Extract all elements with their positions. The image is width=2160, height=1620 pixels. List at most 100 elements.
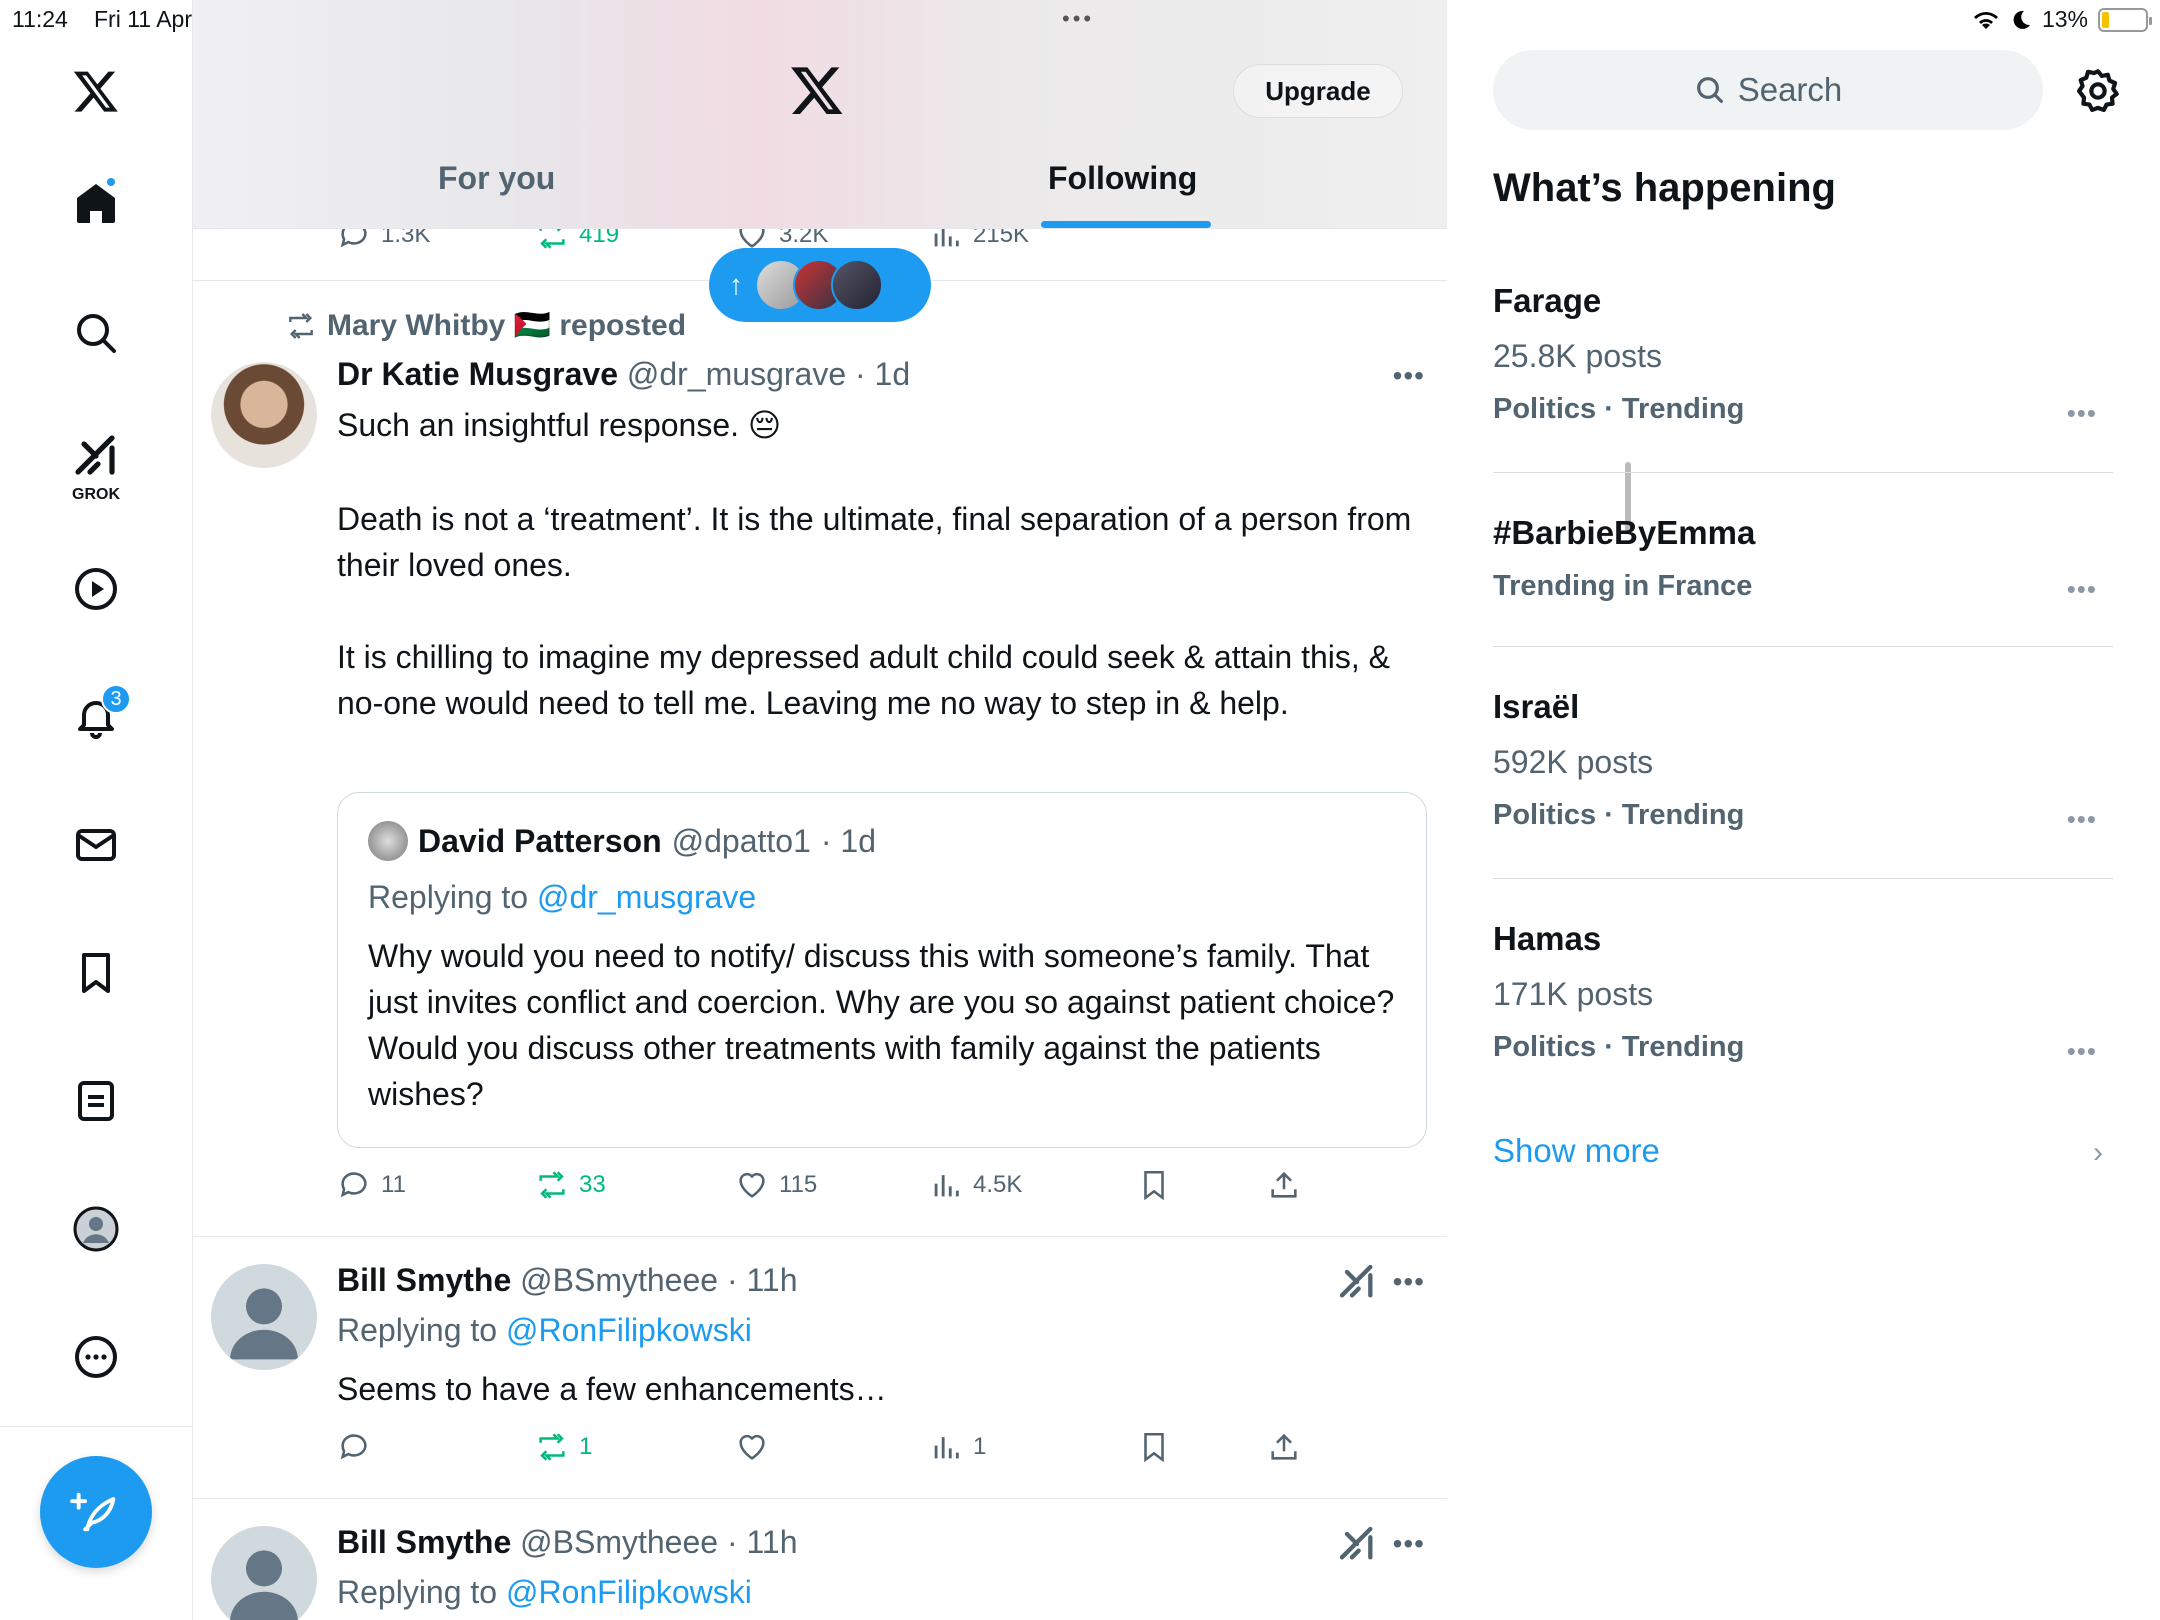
trend-more-icon[interactable]: ••• <box>2067 804 2097 835</box>
search-placeholder: Search <box>1737 71 1843 108</box>
author-name[interactable]: Dr Katie Musgrave <box>337 356 618 392</box>
list-icon <box>78 1081 114 1121</box>
trend-item[interactable]: #BarbieByEmma Trending in France ••• <box>1493 514 2113 605</box>
author-handle[interactable]: @BSmytheee <box>520 1262 718 1298</box>
trend-item[interactable]: Israël 592K posts Politics · Trending ••… <box>1493 688 2113 835</box>
quoted-tweet-header: David Patterson @dpatto1 · 1d <box>368 821 876 861</box>
repost-icon <box>539 1433 565 1461</box>
gear-icon[interactable] <box>2073 66 2123 116</box>
nav-messages[interactable] <box>59 808 133 882</box>
nav-home[interactable] <box>59 166 133 240</box>
notifications-badge: 3 <box>101 684 131 714</box>
quoted-replying-to: Replying to @dr_musgrave <box>368 879 756 916</box>
reply-button[interactable]: 11 <box>337 1168 406 1202</box>
tab-for-you[interactable]: For you <box>438 160 555 197</box>
trend-more-icon[interactable]: ••• <box>2067 1036 2097 1067</box>
more-circle-icon <box>75 1336 117 1378</box>
author-name[interactable]: Bill Smythe <box>337 1524 511 1560</box>
bookmark-button[interactable] <box>1137 1430 1171 1464</box>
upgrade-button[interactable]: Upgrade <box>1233 64 1403 118</box>
reply-count: 11 <box>381 1171 406 1198</box>
home-unread-dot <box>105 176 117 188</box>
nav-profile[interactable] <box>59 1192 133 1266</box>
nav-notifications[interactable]: 3 <box>59 680 133 754</box>
search-icon <box>1696 77 1723 103</box>
share-button[interactable] <box>1267 1168 1301 1202</box>
nav-more[interactable] <box>59 1320 133 1394</box>
trend-item[interactable]: Farage 25.8K posts Politics · Trending •… <box>1493 282 2113 429</box>
views-chart-icon <box>934 1175 959 1197</box>
like-button[interactable]: 115 <box>735 1168 817 1202</box>
author-name[interactable]: Bill Smythe <box>337 1262 511 1298</box>
wifi-icon <box>1973 11 1998 29</box>
feather-plus-icon <box>70 1492 116 1532</box>
share-button[interactable] <box>1267 1430 1301 1464</box>
author-avatar[interactable] <box>211 362 317 468</box>
replying-to-link[interactable]: @RonFilipkowski <box>506 1574 752 1610</box>
repost-button[interactable]: 1 <box>535 1430 592 1464</box>
reply-icon <box>340 1172 367 1198</box>
battery-icon <box>2098 7 2152 32</box>
more-options-icon[interactable]: ••• <box>1393 1266 1425 1298</box>
author-handle[interactable]: @BSmytheee <box>520 1524 718 1560</box>
replying-to-link[interactable]: @dr_musgrave <box>537 879 756 915</box>
new-post-avatar <box>831 259 883 311</box>
trend-category: Politics · Trending <box>1493 393 1745 425</box>
repost-button[interactable]: 33 <box>535 1168 606 1202</box>
views-button[interactable]: 4.5K <box>929 1168 1022 1202</box>
nav-lists[interactable] <box>59 1064 133 1138</box>
status-time: 11:24 <box>12 6 68 32</box>
like-button[interactable] <box>735 1430 779 1464</box>
author-handle[interactable]: @dr_musgrave <box>627 356 846 392</box>
status-indicators: 13% <box>1972 6 2152 33</box>
grok-explain-icon[interactable] <box>1337 1524 1377 1564</box>
tweet-time[interactable]: · 1d <box>855 356 910 392</box>
views-count: 1 <box>973 1433 987 1460</box>
replying-to-link[interactable]: @RonFilipkowski <box>506 1312 752 1348</box>
trend-title: #BarbieByEmma <box>1493 514 1756 551</box>
trend-category: Politics · Trending <box>1493 799 1745 831</box>
repost-context[interactable]: Mary Whitby 🇵🇸 reposted <box>285 308 686 343</box>
trend-more-icon[interactable]: ••• <box>2067 574 2097 605</box>
multitasking-dots-icon[interactable]: ••• <box>1062 6 1094 32</box>
more-options-icon[interactable]: ••• <box>1393 1528 1425 1560</box>
search-input[interactable]: Search <box>1493 50 2043 130</box>
author-avatar[interactable] <box>211 1526 317 1620</box>
whats-happening-title: What’s happening <box>1493 166 1836 210</box>
bookmark-button[interactable] <box>1137 1168 1171 1202</box>
nav-grok[interactable]: GROK <box>59 424 133 504</box>
share-icon <box>1271 1171 1297 1198</box>
views-button[interactable]: 1 <box>929 1430 986 1464</box>
repost-count: 1 <box>579 1433 593 1460</box>
tweet-time[interactable]: · 11h <box>727 1262 798 1298</box>
trend-item[interactable]: Hamas 171K posts Politics · Trending ••• <box>1493 920 2113 1067</box>
tweet-divider <box>193 1236 1447 1237</box>
show-more-link[interactable]: Show more <box>1493 1132 1660 1170</box>
views-count: 4.5K <box>973 1171 1023 1198</box>
tab-following[interactable]: Following <box>1048 160 1197 197</box>
nav-bookmarks[interactable] <box>59 936 133 1010</box>
repost-count: 33 <box>579 1171 606 1198</box>
nav-explore[interactable] <box>59 296 133 370</box>
quoted-tweet[interactable]: David Patterson @dpatto1 · 1d Replying t… <box>337 792 1427 1148</box>
grok-icon <box>75 435 115 475</box>
grok-explain-icon[interactable] <box>1337 1262 1377 1302</box>
compose-post-button[interactable] <box>40 1456 152 1568</box>
x-logo-icon[interactable] <box>789 62 845 118</box>
quoted-tweet-text: Why would you need to notify/ discuss th… <box>368 938 1395 1112</box>
new-posts-pill[interactable]: ↑ <box>709 248 931 322</box>
reply-icon <box>340 1434 367 1460</box>
nav-videos[interactable] <box>59 552 133 626</box>
battery-percent: 13% <box>2041 6 2088 32</box>
trend-posts: 171K posts <box>1493 976 1654 1012</box>
tweet-time[interactable]: · 11h <box>727 1524 798 1560</box>
trend-more-icon[interactable]: ••• <box>2067 398 2097 429</box>
heart-icon <box>739 1172 765 1198</box>
views-chart-icon <box>934 1437 959 1459</box>
author-avatar[interactable] <box>211 1264 317 1370</box>
more-options-icon[interactable]: ••• <box>1393 360 1425 392</box>
reply-button[interactable] <box>337 1430 381 1464</box>
x-logo-icon[interactable] <box>59 54 133 128</box>
bookmark-icon <box>1144 1432 1164 1463</box>
heart-icon <box>739 1434 765 1460</box>
